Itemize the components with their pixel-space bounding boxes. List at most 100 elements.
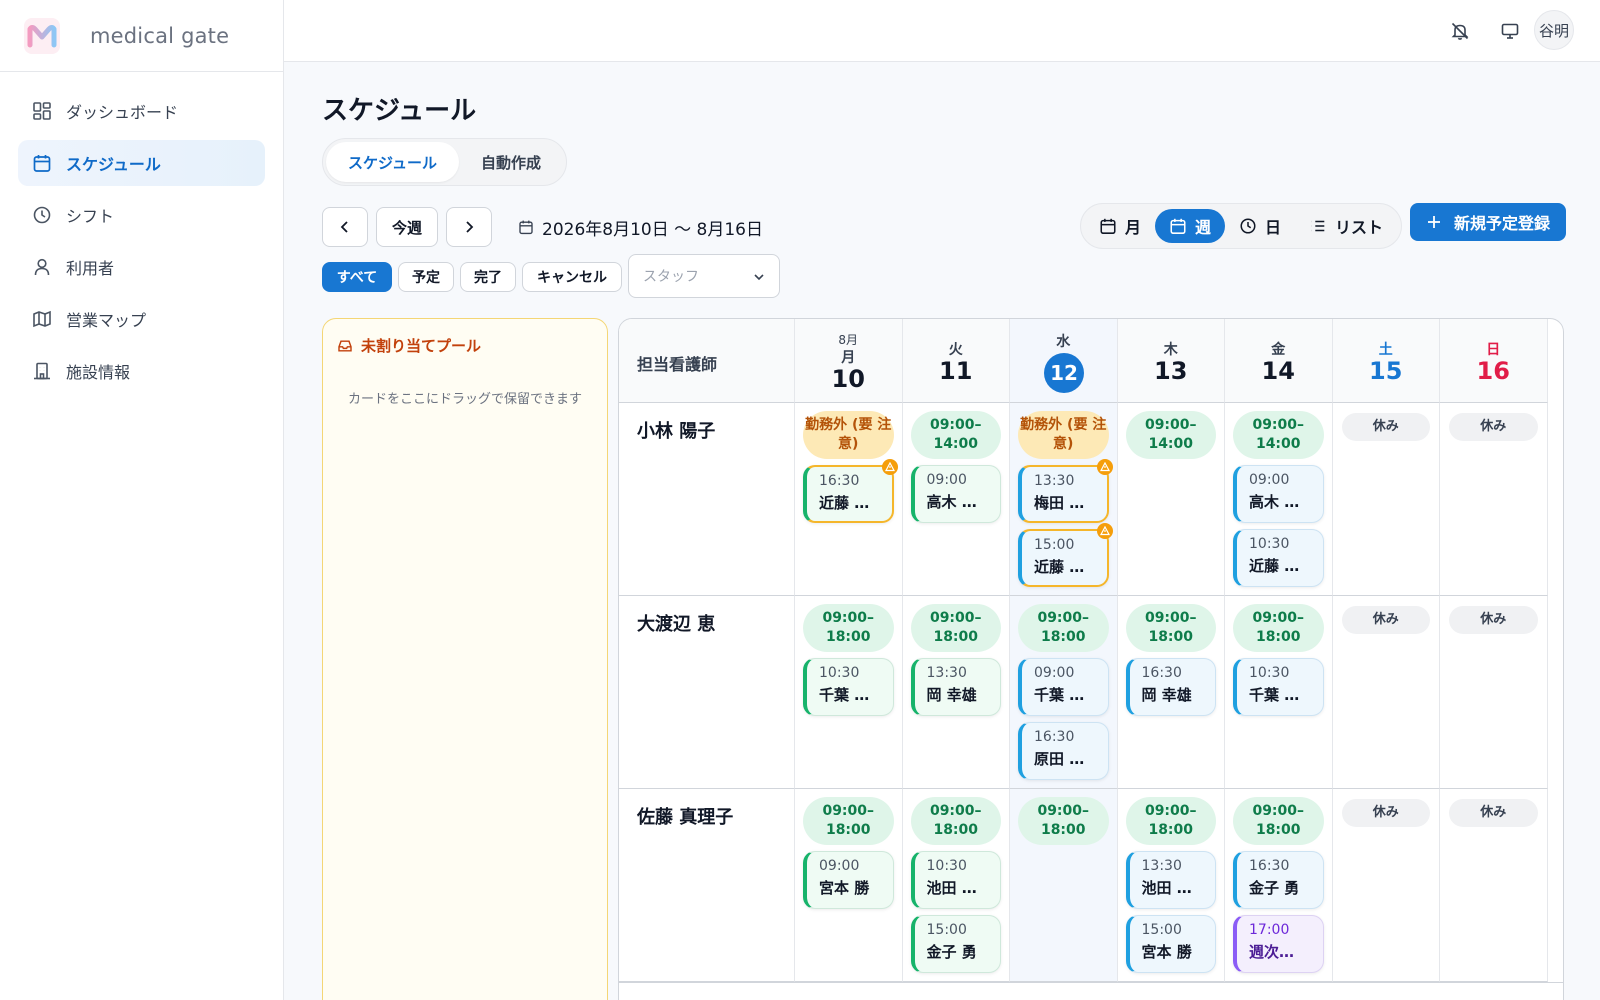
off-duty-warning-badge: 勤務外 (要 注意) — [803, 411, 894, 459]
shift-time-badge: 09:00– 14:00 — [1233, 411, 1324, 459]
unassigned-pool[interactable]: 未割り当てプール カードをここにドラッグで保留できます — [322, 318, 608, 1000]
next-week-button[interactable] — [446, 207, 492, 247]
appointment-card[interactable]: 10:30 千葉 … — [1233, 658, 1324, 716]
staff-select[interactable]: スタッフ — [628, 254, 780, 298]
appointment-card[interactable]: 10:30 千葉 … — [803, 658, 894, 716]
tab-schedule[interactable]: スケジュール — [326, 142, 459, 182]
this-week-button[interactable]: 今週 — [376, 207, 438, 247]
shift-time-badge: 09:00– 14:00 — [910, 411, 1001, 459]
day-header-13: 木 13 — [1117, 319, 1225, 403]
sidebar: medical gate ダッシュボード スケジュール シフト 利用者 営業マッ… — [0, 0, 284, 1000]
tab-auto-create[interactable]: 自動作成 — [459, 142, 563, 182]
new-appointment-button[interactable]: 新規予定登録 — [1410, 203, 1566, 241]
appointment-time: 10:30 — [926, 858, 967, 874]
appointment-card[interactable]: 15:00 金子 勇 — [910, 915, 1001, 973]
schedule-cell[interactable]: 休み — [1332, 596, 1440, 789]
day-date: 13 — [1154, 357, 1188, 385]
appointment-client-name: 週次… — [1249, 943, 1295, 961]
day-date: 10 — [831, 365, 865, 393]
appointment-card[interactable]: 09:00 千葉 … — [1018, 658, 1109, 716]
appointment-card[interactable]: 15:00 近藤 … — [1018, 523, 1113, 587]
shift-time-badge: 09:00– 18:00 — [1125, 797, 1216, 845]
appointment-card[interactable]: 16:30 原田 … — [1018, 722, 1109, 780]
appointment-time: 15:00 — [1141, 922, 1182, 938]
sidebar-item-label: スケジュール — [66, 155, 161, 174]
logo-row: medical gate — [0, 0, 283, 72]
appointment-card[interactable]: 09:00 宮本 勝 — [803, 851, 894, 909]
day-weekday: 月 — [841, 350, 856, 366]
appointment-time: 16:30 — [1141, 665, 1182, 681]
appointment-client-name: 千葉 … — [1034, 686, 1085, 704]
off-badge: 休み — [1341, 606, 1430, 634]
off-badge: 休み — [1449, 606, 1538, 634]
sidebar-item-shift[interactable]: シフト — [18, 192, 265, 238]
appointment-card[interactable]: 16:30 近藤 … — [803, 459, 898, 523]
appointment-client-name: 近藤 … — [1034, 558, 1085, 576]
appointment-card[interactable]: 09:00 高木 … — [910, 465, 1001, 523]
appointment-card[interactable]: 10:30 近藤 … — [1233, 529, 1324, 587]
day-header-16: 日 16 — [1440, 319, 1548, 403]
schedule-cell[interactable]: 勤務外 (要 注意) 13:30 梅田 … 15:00 近藤 … — [1010, 403, 1118, 596]
app-logo[interactable] — [24, 17, 60, 54]
sidebar-item-label: 施設情報 — [66, 363, 131, 382]
view-day-button[interactable]: 日 — [1225, 209, 1295, 243]
schedule-cell[interactable]: 休み — [1332, 403, 1440, 596]
schedule-cell[interactable]: 09:00– 18:00 09:00 千葉 … 16:30 原田 … — [1010, 596, 1118, 789]
schedule-cell[interactable]: 09:00– 18:00 16:30 金子 勇 17:00 週次… — [1225, 789, 1333, 982]
appointment-card[interactable]: 16:30 岡 幸雄 — [1125, 658, 1216, 716]
sidebar-item-schedule[interactable]: スケジュール — [18, 140, 265, 186]
schedule-cell[interactable]: 09:00– 18:00 10:30 千葉 … — [795, 596, 903, 789]
schedule-cell[interactable]: 09:00– 18:00 16:30 岡 幸雄 — [1117, 596, 1225, 789]
filter-completed-chip[interactable]: 完了 — [460, 262, 516, 292]
today-date-badge: 12 — [1044, 353, 1084, 393]
schedule-cell[interactable]: 09:00– 18:00 09:00 宮本 勝 — [795, 789, 903, 982]
schedule-cell[interactable]: 休み — [1440, 596, 1548, 789]
day-weekday: 日 — [1486, 342, 1501, 358]
schedule-cell[interactable]: 09:00– 18:00 — [1010, 789, 1118, 982]
sidebar-item-sales-map[interactable]: 営業マップ — [18, 296, 265, 342]
view-month-button[interactable]: 月 — [1085, 209, 1155, 243]
filter-cancelled-chip[interactable]: キャンセル — [522, 262, 622, 292]
appointment-card[interactable]: 16:30 金子 勇 — [1233, 851, 1324, 909]
page-title: スケジュール — [322, 96, 477, 126]
appointment-time: 10:30 — [1249, 536, 1290, 552]
schedule-cell[interactable]: 勤務外 (要 注意) 16:30 近藤 … — [795, 403, 903, 596]
schedule-cell[interactable]: 休み — [1440, 403, 1548, 596]
schedule-cell[interactable]: 09:00– 14:00 — [1117, 403, 1225, 596]
notification-off-icon[interactable] — [1448, 19, 1472, 43]
user-avatar[interactable]: 谷明 — [1534, 10, 1574, 50]
schedule-cell[interactable]: 09:00– 18:00 13:30 池田 … 15:00 宮本 勝 — [1117, 789, 1225, 982]
appointment-card[interactable]: 10:30 池田 … — [910, 851, 1001, 909]
monitor-icon[interactable] — [1498, 19, 1522, 43]
appointment-time: 17:00 — [1249, 922, 1290, 938]
schedule-cell[interactable]: 09:00– 18:00 10:30 千葉 … — [1225, 596, 1333, 789]
sidebar-item-users[interactable]: 利用者 — [18, 244, 265, 290]
filter-scheduled-chip[interactable]: 予定 — [398, 262, 454, 292]
sidebar-item-dashboard[interactable]: ダッシュボード — [18, 88, 265, 134]
appointment-card[interactable]: 13:30 岡 幸雄 — [910, 658, 1001, 716]
appointment-time: 09:00 — [1249, 472, 1290, 488]
appointment-time: 10:30 — [819, 665, 860, 681]
view-list-button[interactable]: リスト — [1295, 209, 1397, 243]
appointment-client-name: 宮本 勝 — [1141, 943, 1192, 961]
appointment-card[interactable]: 15:00 宮本 勝 — [1125, 915, 1216, 973]
schedule-cell[interactable]: 休み — [1332, 789, 1440, 982]
appointment-client-name: 岡 幸雄 — [926, 686, 977, 704]
view-week-button[interactable]: 週 — [1154, 209, 1225, 243]
prev-week-button[interactable] — [322, 207, 368, 247]
appointment-card[interactable]: 13:30 池田 … — [1125, 851, 1216, 909]
sidebar-item-facility[interactable]: 施設情報 — [18, 348, 265, 394]
appointment-time: 13:30 — [1141, 858, 1182, 874]
schedule-cell[interactable]: 09:00– 14:00 09:00 高木 … — [902, 403, 1010, 596]
appointment-card[interactable]: 09:00 高木 … — [1233, 465, 1324, 523]
schedule-cell[interactable]: 09:00– 14:00 09:00 高木 … 10:30 近藤 … — [1225, 403, 1333, 596]
schedule-cell[interactable]: 09:00– 18:00 13:30 岡 幸雄 — [902, 596, 1010, 789]
schedule-cell[interactable]: 休み — [1440, 789, 1548, 982]
sidebar-item-label: シフト — [66, 207, 115, 226]
warning-icon — [1096, 523, 1113, 539]
staff-select-placeholder: スタッフ — [643, 269, 699, 285]
schedule-cell[interactable]: 09:00– 18:00 10:30 池田 … 15:00 金子 勇 — [902, 789, 1010, 982]
filter-all-chip[interactable]: すべて — [322, 262, 392, 292]
appointment-card[interactable]: 17:00 週次… — [1233, 915, 1324, 973]
appointment-card[interactable]: 13:30 梅田 … — [1018, 459, 1113, 523]
